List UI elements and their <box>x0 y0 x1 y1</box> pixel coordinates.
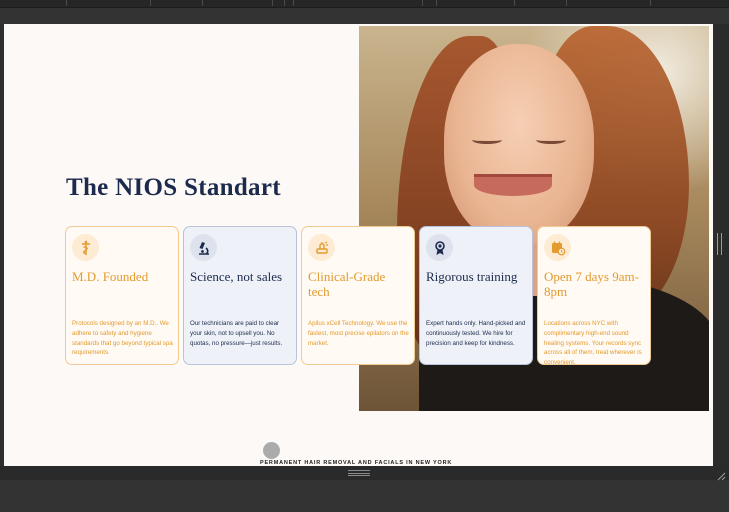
toolbar-divider <box>436 0 437 6</box>
page-title: The NIOS Standart <box>66 174 281 201</box>
feature-card-science[interactable]: Science, not sales Our technicians are p… <box>183 226 297 365</box>
toolbar-divider <box>150 0 151 6</box>
toolbar-divider <box>293 0 294 6</box>
laser-device-icon <box>308 234 335 261</box>
horizontal-resize-handle[interactable] <box>348 470 370 476</box>
feature-card-open-hours[interactable]: Open 7 days 9am-8pm Locations across NYC… <box>537 226 651 367</box>
photo-smile <box>474 174 552 196</box>
award-ribbon-icon <box>426 234 453 261</box>
card-description: Locations across NYC with complimentary … <box>544 320 642 367</box>
toolbar-divider <box>66 0 67 6</box>
toolbar-divider <box>284 0 285 6</box>
page-canvas: The NIOS Standart M.D. Founded Protocols… <box>4 24 713 466</box>
caduceus-icon <box>72 234 99 261</box>
card-title: M.D. Founded <box>72 269 149 284</box>
card-description: Apilus xCell Technology. We use the fast… <box>308 320 409 347</box>
feature-card-md-founded[interactable]: M.D. Founded Protocols designed by an M.… <box>65 226 179 365</box>
toolbar-divider <box>422 0 423 6</box>
toolbar-divider <box>272 0 273 6</box>
toolbar-divider <box>566 0 567 6</box>
feature-cards: M.D. Founded Protocols designed by an M.… <box>65 226 651 367</box>
resize-grip-icon[interactable] <box>716 468 726 481</box>
card-title: Open 7 days 9am-8pm <box>544 269 639 299</box>
app-toolbar <box>0 0 729 8</box>
photo-eye-left <box>472 136 502 144</box>
card-title: Science, not sales <box>190 269 283 284</box>
toolbar-divider <box>650 0 651 6</box>
vertical-resize-handle[interactable] <box>717 233 722 255</box>
workspace-floor <box>0 480 729 512</box>
microscope-icon <box>190 234 217 261</box>
card-title: Clinical-Grade tech <box>308 269 386 299</box>
toolbar-divider <box>514 0 515 6</box>
card-title: Rigorous training <box>426 269 518 284</box>
card-description: Our technicians are paid to clear your s… <box>190 320 283 347</box>
feature-card-training[interactable]: Rigorous training Expert hands only. Han… <box>419 226 533 365</box>
feature-card-clinical-tech[interactable]: Clinical-Grade tech Apilus xCell Technol… <box>301 226 415 365</box>
card-description: Expert hands only. Hand-picked and conti… <box>426 320 526 347</box>
photo-face <box>444 44 594 244</box>
photo-eye-right <box>536 136 566 144</box>
toolbar-divider <box>202 0 203 6</box>
calendar-clock-icon <box>544 234 571 261</box>
card-description: Protocols designed by an M.D.. We adhere… <box>72 320 173 357</box>
tab-strip <box>0 8 729 24</box>
cursor-indicator <box>263 442 280 459</box>
